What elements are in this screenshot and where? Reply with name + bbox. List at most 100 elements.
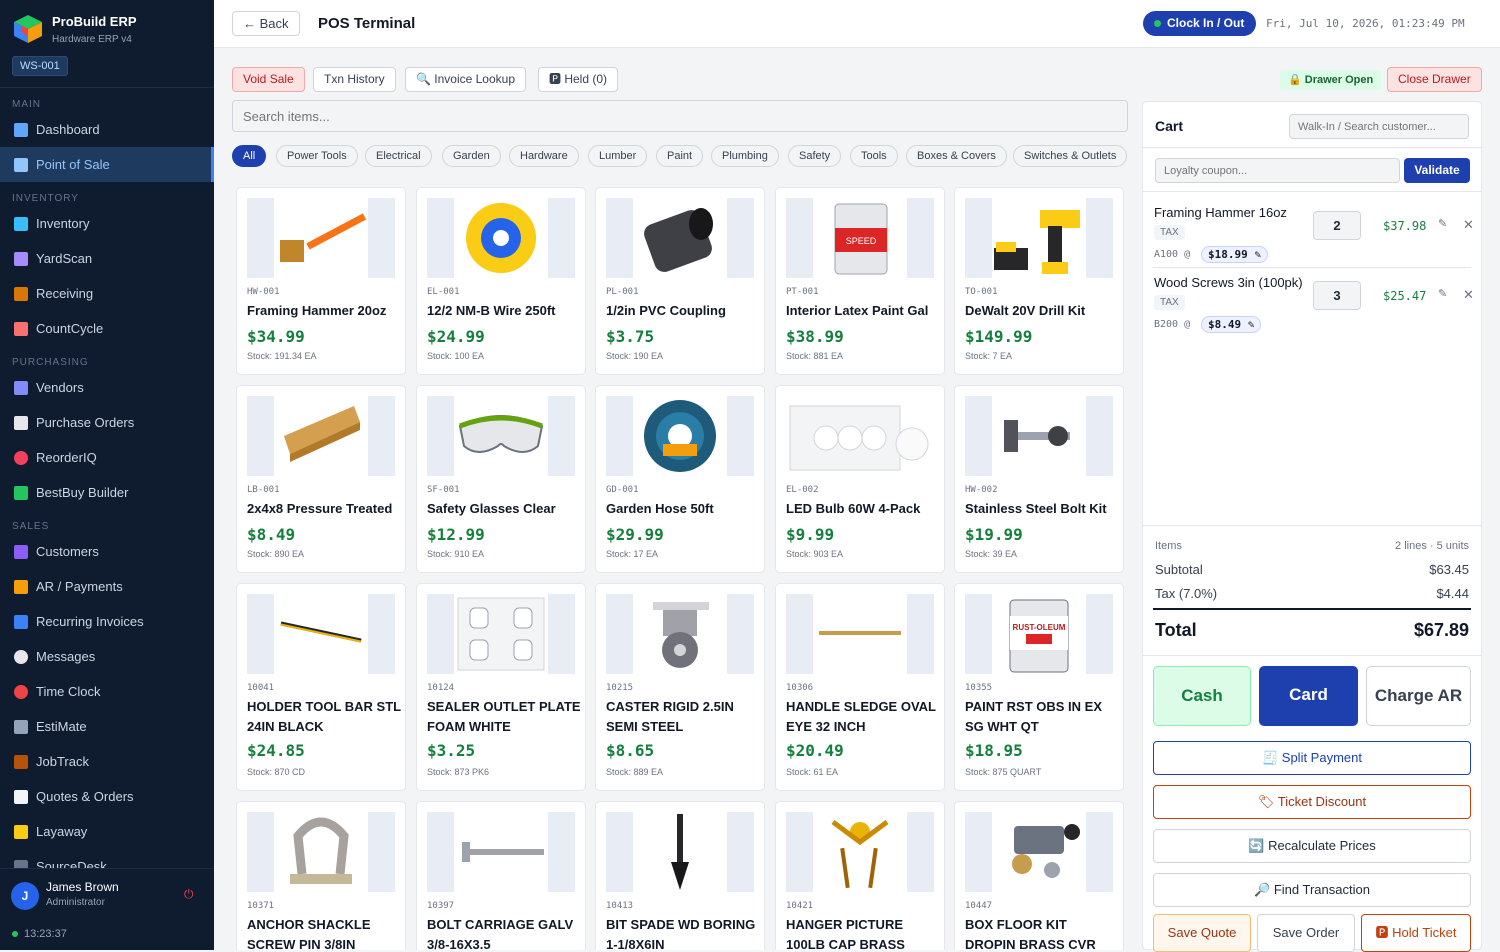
nav-section-inventory: INVENTORY xyxy=(12,193,79,204)
category-chip-hardware[interactable]: Hardware xyxy=(509,145,579,167)
void-sale-button[interactable]: Void Sale xyxy=(232,67,305,92)
nav-item-yardscan[interactable]: YardScan xyxy=(0,241,214,276)
nav-item-receiving[interactable]: Receiving xyxy=(0,276,214,311)
nav-item-jobtrack[interactable]: JobTrack xyxy=(0,744,214,779)
dashboard-icon xyxy=(14,122,28,137)
product-card[interactable]: 10306 HANDLE SLEDGE OVAL EYE 32 INCH $20… xyxy=(775,583,945,791)
product-stock: Stock: 910 EA xyxy=(427,549,485,559)
product-card[interactable]: 10447 BOX FLOOR KIT DROPIN BRASS CVR xyxy=(954,801,1124,950)
edit-icon[interactable]: ✎ xyxy=(1438,287,1447,300)
product-price: $34.99 xyxy=(247,327,305,346)
nav-item-vendors[interactable]: Vendors xyxy=(0,370,214,405)
unit-price-edit[interactable]: $18.99 ✎ xyxy=(1201,246,1268,263)
cash-button[interactable]: Cash xyxy=(1153,666,1251,726)
save-order-button[interactable]: Save Order xyxy=(1257,914,1355,952)
category-chip-electrical[interactable]: Electrical xyxy=(365,145,432,167)
category-chip-all[interactable]: All xyxy=(232,145,267,167)
split-payment-button[interactable]: 🧾 Split Payment xyxy=(1153,741,1471,775)
nav-item-inventory[interactable]: Inventory xyxy=(0,206,214,241)
category-chip-garden[interactable]: Garden xyxy=(442,145,501,167)
product-card[interactable]: 10041 HOLDER TOOL BAR STL 24IN BLACK $24… xyxy=(236,583,406,791)
workstation-badge[interactable]: WS-001 xyxy=(12,56,68,76)
product-card[interactable]: 10397 BOLT CARRIAGE GALV 3/8-16X3.5 xyxy=(416,801,586,950)
invoice-lookup-button[interactable]: 🔍 Invoice Lookup xyxy=(405,67,526,92)
nav-item-reorderiq[interactable]: ReorderIQ xyxy=(0,440,214,475)
product-card[interactable]: TO-001 DeWalt 20V Drill Kit $149.99 Stoc… xyxy=(954,187,1124,375)
edit-icon[interactable]: ✎ xyxy=(1438,217,1447,230)
product-card[interactable]: 10124 SEALER OUTLET PLATE FOAM WHITE $3.… xyxy=(416,583,586,791)
quantity-input[interactable]: 2 xyxy=(1313,211,1361,240)
calendar-icon xyxy=(14,321,28,336)
product-card[interactable]: 10413 BIT SPADE WD BORING 1-1/8X6IN xyxy=(595,801,765,950)
nav-item-layaway[interactable]: Layaway xyxy=(0,814,214,849)
product-card[interactable]: HW-002 Stainless Steel Bolt Kit $19.99 S… xyxy=(954,385,1124,573)
search-input[interactable] xyxy=(232,100,1128,132)
product-name: LED Bulb 60W 4-Pack xyxy=(786,501,921,516)
category-chip-power-tools[interactable]: Power Tools xyxy=(276,145,358,167)
product-card[interactable]: 10215 CASTER RIGID 2.5IN SEMI STEEL $8.6… xyxy=(595,583,765,791)
product-name: BOX FLOOR KIT DROPIN BRASS CVR xyxy=(965,917,1096,950)
held-button[interactable]: 🅿 Held (0) xyxy=(538,67,619,92)
product-stock: Stock: 39 EA xyxy=(965,549,1018,559)
loyalty-coupon-input[interactable] xyxy=(1155,158,1400,183)
category-chip-safety[interactable]: Safety xyxy=(788,145,842,167)
product-card[interactable]: HW-001 Framing Hammer 20oz $34.99 Stock:… xyxy=(236,187,406,375)
remove-icon[interactable]: ✕ xyxy=(1463,217,1474,233)
validate-button[interactable]: Validate xyxy=(1404,158,1470,183)
nav-item-purchase-orders[interactable]: Purchase Orders xyxy=(0,405,214,440)
category-chip-tools[interactable]: Tools xyxy=(850,145,898,167)
nav-item-estimate[interactable]: EstiMate xyxy=(0,709,214,744)
product-name: DeWalt 20V Drill Kit xyxy=(965,303,1086,318)
remove-icon[interactable]: ✕ xyxy=(1463,287,1474,303)
product-card[interactable]: 10371 ANCHOR SHACKLE SCREW PIN 3/8IN xyxy=(236,801,406,950)
product-card[interactable]: PL-001 1/2in PVC Coupling $3.75 Stock: 1… xyxy=(595,187,765,375)
category-chip-switches-outlets[interactable]: Switches & Outlets xyxy=(1013,145,1128,167)
product-card[interactable]: SF-001 Safety Glasses Clear $12.99 Stock… xyxy=(416,385,586,573)
cart-line-item: Wood Screws 3in (100pk) TAX B200 @ $8.49… xyxy=(1143,275,1481,345)
nav-item-dashboard[interactable]: Dashboard xyxy=(0,112,214,147)
product-card[interactable]: RUST-OLEUM 10355 PAINT RST OBS IN EX SG … xyxy=(954,583,1124,791)
save-quote-button[interactable]: Save Quote xyxy=(1153,914,1251,952)
back-button[interactable]: ← Back xyxy=(232,11,300,36)
document-icon xyxy=(14,415,28,430)
cart-panel: Cart Validate Framing Hammer 16oz TAX A1… xyxy=(1142,101,1482,952)
recalculate-prices-button[interactable]: 🔄 Recalculate Prices xyxy=(1153,829,1471,863)
clock-in-out-button[interactable]: Clock In / Out xyxy=(1143,11,1257,36)
card-button[interactable]: Card xyxy=(1259,666,1358,726)
product-card[interactable]: SPEED PT-001 Interior Latex Paint Gal $3… xyxy=(775,187,945,375)
nav-item-ar-payments[interactable]: AR / Payments xyxy=(0,569,214,604)
close-drawer-button[interactable]: Close Drawer xyxy=(1387,67,1482,92)
ticket-discount-button[interactable]: 🏷 Ticket Discount xyxy=(1153,785,1471,819)
category-chip-lumber[interactable]: Lumber xyxy=(588,145,648,167)
product-card[interactable]: 10421 HANGER PICTURE 100LB CAP BRASS xyxy=(775,801,945,950)
txn-history-button[interactable]: Txn History xyxy=(313,67,396,92)
product-price: $29.99 xyxy=(606,525,664,544)
product-grid: HW-001 Framing Hammer 20oz $34.99 Stock:… xyxy=(236,187,1125,950)
product-price: $20.49 xyxy=(786,741,844,760)
unit-price-edit[interactable]: $8.49 ✎ xyxy=(1201,316,1262,333)
nav-item-time-clock[interactable]: Time Clock xyxy=(0,674,214,709)
logout-icon[interactable]: ⏻ xyxy=(184,887,194,902)
product-stock: Stock: 881 EA xyxy=(786,351,844,361)
nav-item-customers[interactable]: Customers xyxy=(0,534,214,569)
quantity-input[interactable]: 3 xyxy=(1313,281,1361,310)
product-card[interactable]: EL-001 12/2 NM-B Wire 250ft $24.99 Stock… xyxy=(416,187,586,375)
product-card[interactable]: GD-001 Garden Hose 50ft $29.99 Stock: 17… xyxy=(595,385,765,573)
category-chip-plumbing[interactable]: Plumbing xyxy=(711,145,779,167)
avatar[interactable]: J xyxy=(11,882,39,910)
nav-item-recurring-invoices[interactable]: Recurring Invoices xyxy=(0,604,214,639)
hold-ticket-button[interactable]: 🅿 Hold Ticket xyxy=(1361,914,1471,952)
nav-menu: MAIN Dashboard Point of Sale INVENTORY I… xyxy=(0,88,214,884)
category-chip-paint[interactable]: Paint xyxy=(656,145,704,167)
nav-item-quotes-orders[interactable]: Quotes & Orders xyxy=(0,779,214,814)
customer-search-input[interactable] xyxy=(1289,114,1469,139)
product-card[interactable]: LB-001 2x4x8 Pressure Treated $8.49 Stoc… xyxy=(236,385,406,573)
category-chip-boxes-covers[interactable]: Boxes & Covers xyxy=(906,145,1007,167)
product-card[interactable]: EL-002 LED Bulb 60W 4-Pack $9.99 Stock: … xyxy=(775,385,945,573)
nav-item-messages[interactable]: Messages xyxy=(0,639,214,674)
nav-item-bestbuy-builder[interactable]: BestBuy Builder xyxy=(0,475,214,510)
nav-item-point-of-sale[interactable]: Point of Sale xyxy=(0,147,214,182)
find-transaction-button[interactable]: 🔎 Find Transaction xyxy=(1153,873,1471,907)
nav-item-countcycle[interactable]: CountCycle xyxy=(0,311,214,346)
charge-ar-button[interactable]: Charge AR xyxy=(1366,666,1471,726)
